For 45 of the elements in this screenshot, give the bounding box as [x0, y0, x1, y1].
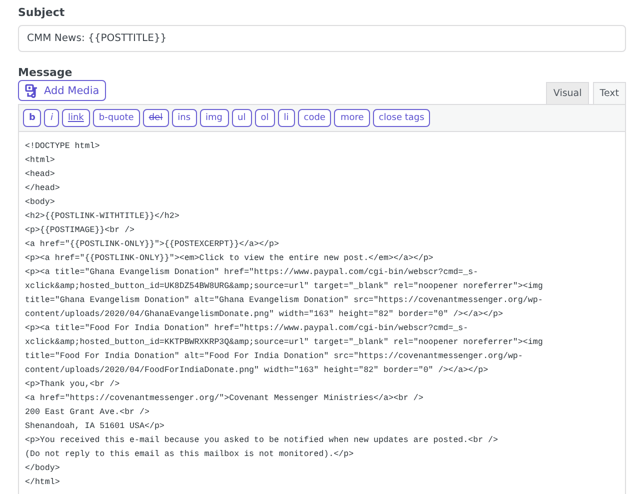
code-line: <p><a href="{{POSTLINK-ONLY}}"><em>Click to view the entire new post.</em></a></p>	[25, 253, 434, 265]
quicktag-button[interactable]: ol	[254, 109, 275, 127]
code-line: 200 East Grant Ave.<br />	[25, 407, 150, 419]
code-line: <head>	[25, 169, 56, 181]
code-line: <html>	[25, 155, 56, 167]
subject-label: Subject	[18, 6, 66, 19]
quicktag-button[interactable]: img	[200, 109, 228, 127]
subject-field[interactable]: CMM News: {{POSTTITLE}}	[18, 25, 626, 52]
code-line: (Do not reply to this email as this mailbox is not monitored).</p>	[25, 449, 355, 461]
code-line: <h2>{{POSTLINK-WITHTITLE}}</h2>	[25, 211, 180, 223]
code-line: xclick&amp;hosted_button_id=KKTPBWRXKRP3Q&amp;source=url" target="_blank" rel="noopener noreferrer"><img	[25, 337, 544, 349]
quicktag-button[interactable]: b-quote	[92, 109, 140, 127]
quicktag-button[interactable]: ul	[232, 109, 252, 127]
code-line: xclick&amp;hosted_button_id=UK8DZ54BW8URG&amp;source=url" target="_blank" rel="noopener noreferrer"><img	[25, 281, 544, 293]
quicktag-button[interactable]: more	[334, 109, 370, 127]
quicktag-button[interactable]: del	[142, 109, 169, 127]
quicktag-button[interactable]: ins	[172, 109, 197, 127]
message-label: Message	[18, 66, 74, 79]
code-line: content/uploads/2020/04/FoodForIndiaDonate.png" width="163" height="82" border="0" /></a></p>	[25, 365, 490, 377]
code-line: <!DOCTYPE html>	[25, 141, 101, 153]
quicktag-button[interactable]: b	[23, 109, 42, 127]
quicktag-button[interactable]: code	[298, 109, 332, 127]
code-line: content/uploads/2020/04/GhanaEvangelismDonate.png" width="163" height="82" border="0" /></a></p>	[25, 309, 504, 321]
code-line: <body>	[25, 197, 56, 209]
editor-tab[interactable]: Visual	[546, 82, 589, 104]
code-line: <a href="https://covenantmessenger.org/">Covenant Messenger Ministries</a><br />	[25, 393, 424, 405]
quicktag-button[interactable]: li	[278, 109, 295, 127]
quicktag-button[interactable]: link	[62, 109, 90, 127]
code-line: <a href="{{POSTLINK-ONLY}}">{{POSTEXCERPT}}</a></p>	[25, 239, 280, 251]
quicktag-button[interactable]: i	[44, 109, 59, 127]
code-line: title="Ghana Evangelism Donation" alt="Ghana Evangelism Donation" src="https://covenantmessenger.org/wp-	[25, 295, 544, 307]
code-line: title="Food For India Donation" alt="Food For India Donation" src="https://covenantmessenger.org/wp-	[25, 351, 524, 363]
quicktag-button[interactable]: close tags	[372, 109, 430, 127]
code-line: <p><a title="Food For India Donation" href="https://www.paypal.com/cgi-bin/webscr?cmd=_s-	[25, 323, 470, 335]
code-line: </html>	[25, 477, 61, 489]
editor-tab[interactable]: Text	[592, 82, 626, 104]
media-icon	[25, 84, 39, 98]
code-line: <p>You received this e-mail because you asked to be notified when new updates are posted.<br />	[25, 435, 499, 447]
code-line: </body>	[25, 463, 61, 475]
code-line: </head>	[25, 183, 61, 195]
code-line: <p><a title="Ghana Evangelism Donation" href="https://www.paypal.com/cgi-bin/webscr?cmd=_s-	[25, 267, 480, 279]
code-line: <p>{{POSTIMAGE}}<br />	[25, 225, 136, 237]
code-line: <p>Thank you,<br />	[25, 379, 121, 391]
code-line: Shenandoah, IA 51601 USA</p>	[25, 421, 166, 433]
add-media-button[interactable]: Add Media	[18, 80, 106, 101]
